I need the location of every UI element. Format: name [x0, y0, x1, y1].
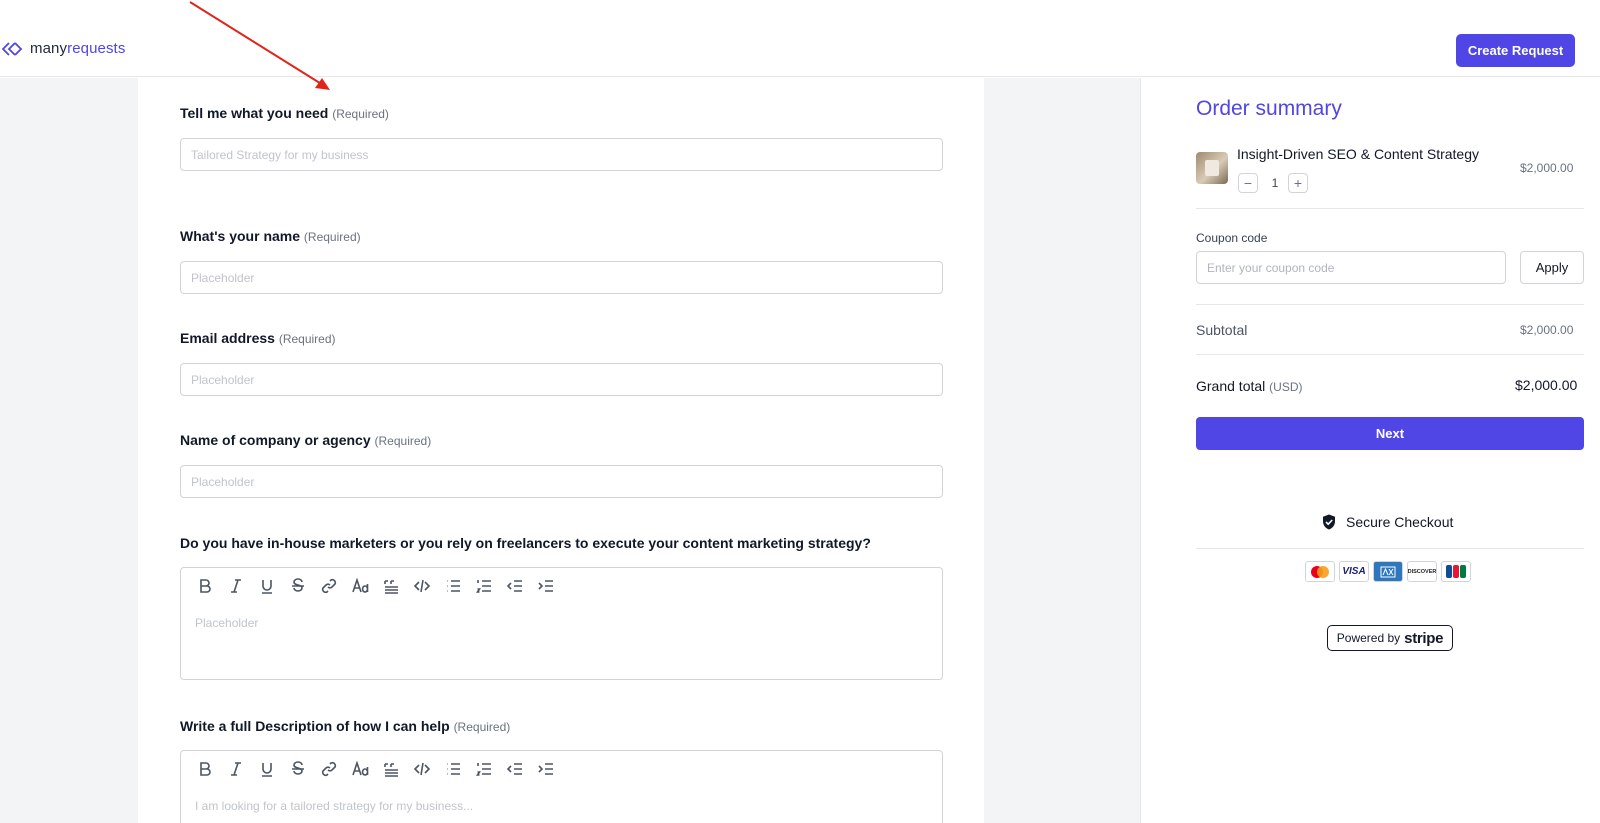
font-size-icon[interactable] — [344, 756, 375, 782]
rich-text-editor-description[interactable]: I am looking for a tailored strategy for… — [180, 750, 943, 823]
field-label-text: Email address — [180, 330, 275, 346]
email-input[interactable] — [180, 363, 943, 396]
grand-total-currency: (USD) — [1269, 380, 1303, 394]
create-request-button[interactable]: Create Request — [1456, 34, 1575, 67]
editor-content[interactable]: I am looking for a tailored strategy for… — [181, 787, 942, 823]
underline-icon[interactable] — [251, 573, 282, 599]
visa-icon: VISA — [1339, 561, 1369, 582]
stripe-logo: stripe — [1404, 629, 1444, 647]
order-summary-title: Order summary — [1196, 97, 1342, 120]
amex-icon — [1373, 561, 1403, 582]
coupon-label: Coupon code — [1196, 231, 1268, 245]
field-label-name: What's your name (Required) — [180, 228, 361, 244]
payment-cards: VISA DISCOVER — [1305, 561, 1471, 582]
product-thumbnail — [1196, 152, 1228, 184]
numbered-list-icon[interactable] — [468, 756, 499, 782]
field-label-text: Name of company or agency — [180, 432, 371, 448]
annotation-arrow-icon — [189, 1, 330, 90]
product-thumbnail-detail — [1205, 160, 1219, 176]
font-size-icon[interactable] — [344, 573, 375, 599]
field-label-email: Email address (Required) — [180, 330, 336, 346]
indent-icon[interactable] — [530, 573, 561, 599]
required-tag: (Required) — [303, 230, 361, 244]
product-price: $2,000.00 — [1520, 161, 1574, 175]
bold-icon[interactable] — [189, 756, 220, 782]
logo-mark-icon — [2, 41, 23, 56]
grand-total-text: Grand total — [1196, 378, 1266, 394]
subtotal-value: $2,000.00 — [1520, 323, 1574, 337]
quantity-decrease-button[interactable]: − — [1238, 173, 1258, 193]
required-tag: (Required) — [332, 107, 389, 121]
indent-icon[interactable] — [530, 756, 561, 782]
form-panel — [138, 78, 984, 823]
link-icon[interactable] — [313, 756, 344, 782]
bold-icon[interactable] — [189, 573, 220, 599]
grand-total-label: Grand total (USD) — [1196, 378, 1302, 394]
required-tag: (Required) — [374, 434, 432, 448]
outdent-icon[interactable] — [499, 756, 530, 782]
bullet-list-icon[interactable] — [437, 573, 468, 599]
apply-coupon-button[interactable]: Apply — [1520, 251, 1584, 284]
field-label-text: Tell me what you need — [180, 105, 329, 121]
logo-text-part1: many — [30, 40, 68, 57]
divider — [1196, 208, 1584, 209]
mastercard-icon — [1305, 561, 1335, 582]
divider — [1196, 304, 1584, 305]
field-label-text: What's your name — [180, 228, 301, 244]
blockquote-icon[interactable] — [375, 756, 406, 782]
logo-text: manyrequests — [30, 40, 125, 57]
logo-text-part2: requests — [67, 40, 126, 57]
editor-toolbar — [181, 751, 942, 787]
required-tag: (Required) — [453, 720, 511, 734]
visa-text: VISA — [1342, 566, 1366, 577]
company-input[interactable] — [180, 465, 943, 498]
strikethrough-icon[interactable] — [282, 756, 313, 782]
link-icon[interactable] — [313, 573, 344, 599]
italic-icon[interactable] — [220, 756, 251, 782]
need-input[interactable] — [180, 138, 943, 171]
discover-icon: DISCOVER — [1407, 561, 1437, 582]
divider — [1196, 354, 1584, 355]
divider — [1196, 548, 1584, 549]
required-tag: (Required) — [278, 332, 336, 346]
underline-icon[interactable] — [251, 756, 282, 782]
code-icon[interactable] — [406, 756, 437, 782]
coupon-input[interactable] — [1196, 251, 1506, 284]
outdent-icon[interactable] — [499, 573, 530, 599]
quantity-value: 1 — [1271, 176, 1279, 190]
quantity-increase-button[interactable]: + — [1288, 173, 1308, 193]
name-input[interactable] — [180, 261, 943, 294]
secure-checkout: Secure Checkout — [1322, 514, 1453, 530]
grand-total-value: $2,000.00 — [1515, 377, 1578, 393]
shield-check-icon — [1323, 514, 1335, 530]
powered-by-stripe-badge[interactable]: Powered by stripe — [1327, 625, 1453, 651]
field-label-need: Tell me what you need (Required) — [180, 105, 389, 121]
discover-text: DISCOVER — [1407, 568, 1437, 575]
field-label-company: Name of company or agency (Required) — [180, 432, 431, 448]
italic-icon[interactable] — [220, 573, 251, 599]
field-label-text: Write a full Description of how I can he… — [180, 718, 450, 734]
strikethrough-icon[interactable] — [282, 573, 313, 599]
jcb-icon — [1441, 561, 1471, 582]
field-label-description: Write a full Description of how I can he… — [180, 718, 510, 734]
order-summary-panel — [1140, 78, 1600, 823]
bullet-list-icon[interactable] — [437, 756, 468, 782]
subtotal-label: Subtotal — [1196, 322, 1248, 338]
numbered-list-icon[interactable] — [468, 573, 499, 599]
rich-text-editor-marketers[interactable]: Placeholder — [180, 567, 943, 680]
field-label-text: Do you have in-house marketers or you re… — [180, 535, 871, 551]
blockquote-icon[interactable] — [375, 573, 406, 599]
logo[interactable]: manyrequests — [2, 40, 125, 57]
editor-toolbar — [181, 568, 942, 604]
field-label-marketers: Do you have in-house marketers or you re… — [180, 535, 871, 551]
next-button[interactable]: Next — [1196, 417, 1584, 450]
product-name: Insight-Driven SEO & Content Strategy — [1237, 146, 1479, 162]
secure-checkout-text: Secure Checkout — [1346, 514, 1454, 530]
code-icon[interactable] — [406, 573, 437, 599]
editor-content[interactable]: Placeholder — [181, 604, 942, 642]
powered-by-text: Powered by — [1336, 631, 1401, 645]
